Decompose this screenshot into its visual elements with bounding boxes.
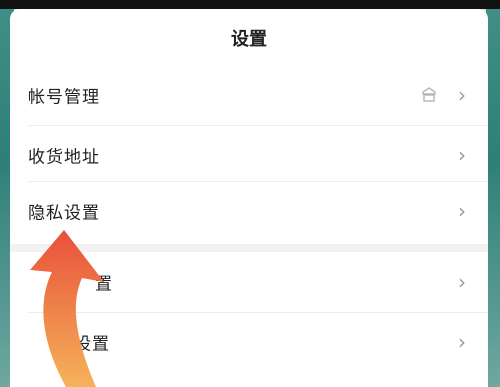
settings-item-label: 收货地址 [28,147,100,168]
settings-item-label: 帐号管理 [28,87,100,108]
shield-icon [420,86,438,104]
chevron-right-icon: › [458,143,466,167]
settings-item-shipping-address[interactable]: 收货地址 › [10,125,488,185]
settings-item-account-management[interactable]: 帐号管理 › [10,65,488,125]
chevron-right-icon: › [458,330,466,354]
chevron-right-icon: › [458,83,466,107]
status-bar [0,0,500,9]
chevron-right-icon: › [458,270,466,294]
background-right-edge [486,9,500,387]
page-title: 设置 [231,29,267,50]
annotation-arrow-icon [30,230,104,387]
chevron-right-icon: › [458,199,466,223]
